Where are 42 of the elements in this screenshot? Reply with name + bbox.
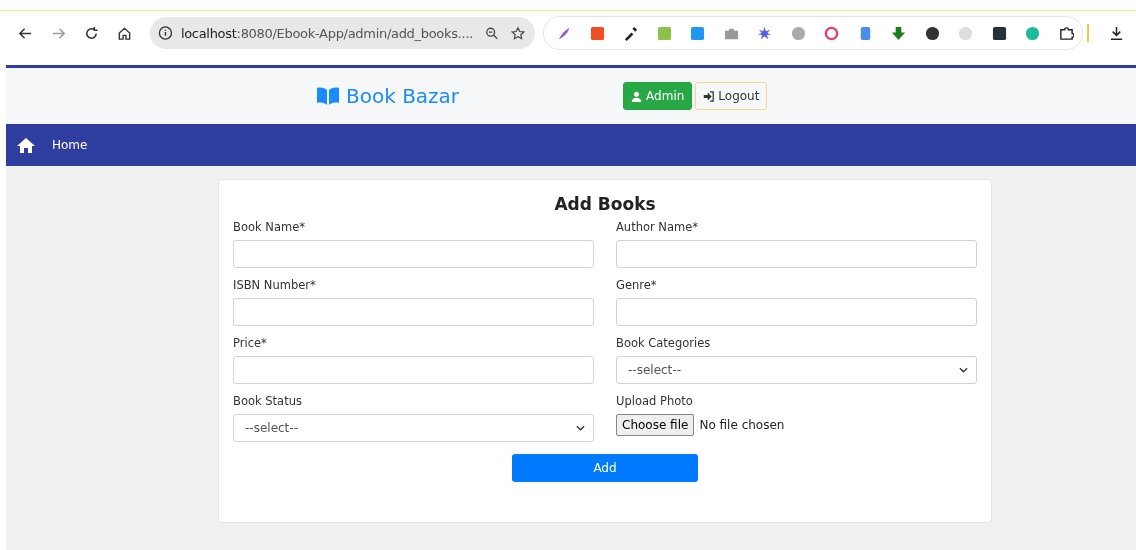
field-label: Book Categories xyxy=(616,336,712,350)
choose-file-button[interactable]: Choose file xyxy=(616,414,695,436)
feather-icon[interactable] xyxy=(556,25,571,41)
select-field[interactable]: --select-- xyxy=(233,414,594,442)
brand-name: Book Bazar xyxy=(346,84,460,108)
target-icon[interactable] xyxy=(824,25,839,41)
select-field[interactable]: --select-- xyxy=(616,356,977,384)
reload-icon[interactable] xyxy=(84,25,99,41)
chevron-down-icon xyxy=(959,367,968,373)
input-field[interactable] xyxy=(616,298,977,326)
input-field[interactable] xyxy=(616,240,977,268)
input-field[interactable] xyxy=(233,298,594,326)
star-icon[interactable] xyxy=(511,25,525,41)
field-label: ISBN Number* xyxy=(233,278,317,292)
puzzle-icon[interactable] xyxy=(1058,25,1074,41)
sun-icon[interactable] xyxy=(757,25,772,41)
input-field[interactable] xyxy=(233,356,594,384)
add-button[interactable]: Add xyxy=(512,454,698,482)
field-label: Book Name* xyxy=(233,220,306,234)
user-icon xyxy=(631,90,643,102)
url-text: localhost:8080/Ebook-App/admin/add_books.... xyxy=(180,25,474,41)
field-label: Price* xyxy=(233,336,268,350)
chevron-down-icon xyxy=(576,425,585,431)
file-status: No file chosen xyxy=(699,418,785,432)
field-label: Author Name* xyxy=(616,220,700,234)
book-icon xyxy=(316,86,340,106)
eyedropper-icon[interactable] xyxy=(623,25,638,41)
form-title: Add Books xyxy=(553,194,657,214)
home-link[interactable]: Home xyxy=(52,138,88,152)
logout-button[interactable]: Logout xyxy=(695,82,768,110)
arrow-down-icon[interactable] xyxy=(891,25,906,41)
field-label: Book Status xyxy=(233,394,303,408)
zoom-icon xyxy=(485,25,500,41)
field-label: Genre* xyxy=(616,278,658,292)
field-label: Upload Photo xyxy=(616,394,694,408)
home-icon[interactable] xyxy=(117,25,132,41)
home-icon xyxy=(16,137,36,153)
sign-in-icon xyxy=(703,90,715,102)
input-field[interactable] xyxy=(233,240,594,268)
address-bar[interactable]: localhost:8080/Ebook-App/admin/add_books.... xyxy=(150,17,535,49)
square-icon[interactable] xyxy=(991,25,1007,41)
info-icon xyxy=(158,25,173,41)
